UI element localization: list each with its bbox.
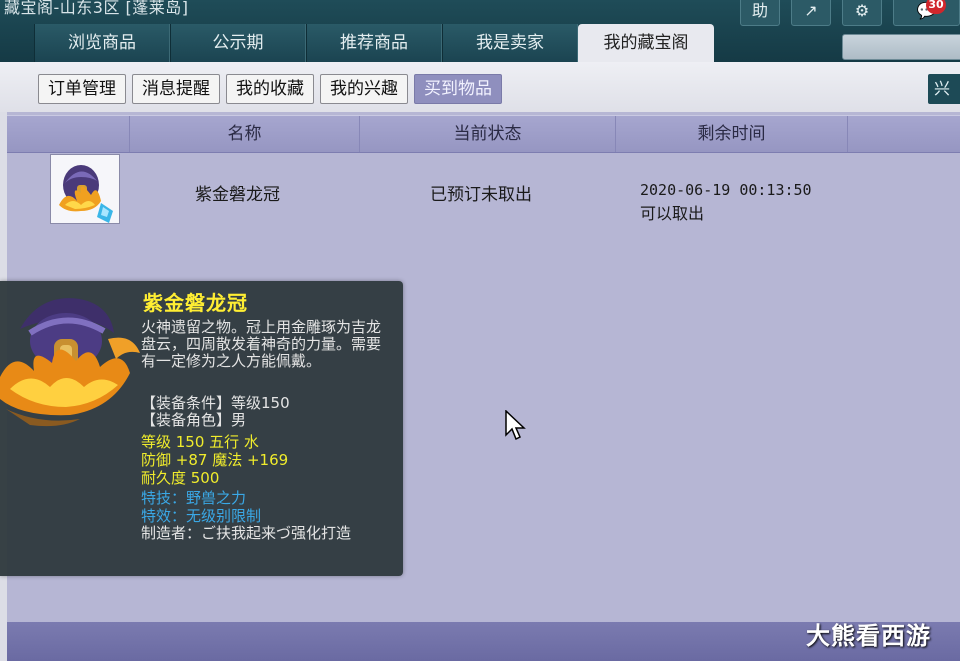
search-input[interactable] (842, 34, 960, 60)
row-item-time: 2020-06-19 00:13:50 (640, 181, 812, 199)
main-tabs: 浏览商品 公示期 推荐商品 我是卖家 我的藏宝阁 (34, 24, 714, 62)
column-status: 当前状态 (359, 116, 615, 152)
row-item-time-note: 可以取出 (640, 204, 705, 223)
mouse-cursor-icon (505, 410, 526, 441)
row-item-name[interactable]: 紫金磐龙冠 (195, 180, 280, 205)
tooltip-stat-durability: 耐久度 500 (141, 469, 220, 487)
table-header: 名称 当前状态 剩余时间 (7, 115, 960, 153)
purchased-items-button[interactable]: 买到物品 (414, 74, 502, 104)
watermark: 大熊看西游 (806, 622, 931, 650)
top-header: 藏宝阁-山东3区 [蓬莱岛] 助 ↗ ⚙ 💬 30 浏览商品 公示期 推荐商品 … (0, 0, 960, 62)
tooltip-effect: 特效：无级别限制 (141, 507, 262, 525)
sub-toolbar: 订单管理 消息提醒 我的收藏 我的兴趣 买到物品 兴 (0, 62, 960, 112)
item-thumbnail[interactable] (50, 154, 120, 224)
tab-seller[interactable]: 我是卖家 (442, 24, 578, 62)
tooltip-equip-role: 【装备角色】男 (141, 411, 247, 429)
interest-edge-button[interactable]: 兴 (928, 74, 960, 104)
tooltip-stat-defense: 防御 +87 魔法 +169 (141, 451, 289, 469)
tooltip-stat-level: 等级 150 五行 水 (141, 433, 259, 451)
settings-icon[interactable]: ⚙ (842, 0, 882, 26)
help-icon[interactable]: 助 (740, 0, 780, 26)
server-title: 藏宝阁-山东3区 [蓬莱岛] (4, 0, 189, 17)
column-name: 名称 (129, 116, 359, 152)
order-management-button[interactable]: 订单管理 (38, 74, 126, 104)
column-remaining-time: 剩余时间 (615, 116, 847, 152)
item-tooltip: 紫金磐龙冠 火神遗留之物。冠上用金雕琢为吉龙盘云，四周散发着神奇的力量。需要有一… (0, 281, 403, 576)
tooltip-skill: 特技：野兽之力 (141, 489, 247, 507)
my-favorites-button[interactable]: 我的收藏 (226, 74, 314, 104)
row-item-status: 已预订未取出 (430, 185, 532, 205)
tooltip-equip-level: 【装备条件】等级150 (141, 394, 290, 412)
helmet-icon (59, 165, 113, 223)
my-interests-button[interactable]: 我的兴趣 (320, 74, 408, 104)
share-icon[interactable]: ↗ (791, 0, 831, 26)
column-blank (847, 116, 960, 152)
helmet-large-icon (0, 298, 140, 427)
tooltip-maker: 制造者：ご扶我起来づ强化打造 (141, 524, 352, 542)
tooltip-description: 火神遗留之物。冠上用金雕琢为吉龙盘云，四周散发着神奇的力量。需要有一定修为之人方… (141, 318, 382, 370)
message-alerts-button[interactable]: 消息提醒 (132, 74, 220, 104)
tooltip-item-name: 紫金磐龙冠 (143, 291, 248, 315)
tab-publicity[interactable]: 公示期 (170, 24, 306, 62)
tab-recommended[interactable]: 推荐商品 (306, 24, 442, 62)
tab-my-treasure[interactable]: 我的藏宝阁 (578, 24, 714, 62)
tab-browse[interactable]: 浏览商品 (34, 24, 170, 62)
